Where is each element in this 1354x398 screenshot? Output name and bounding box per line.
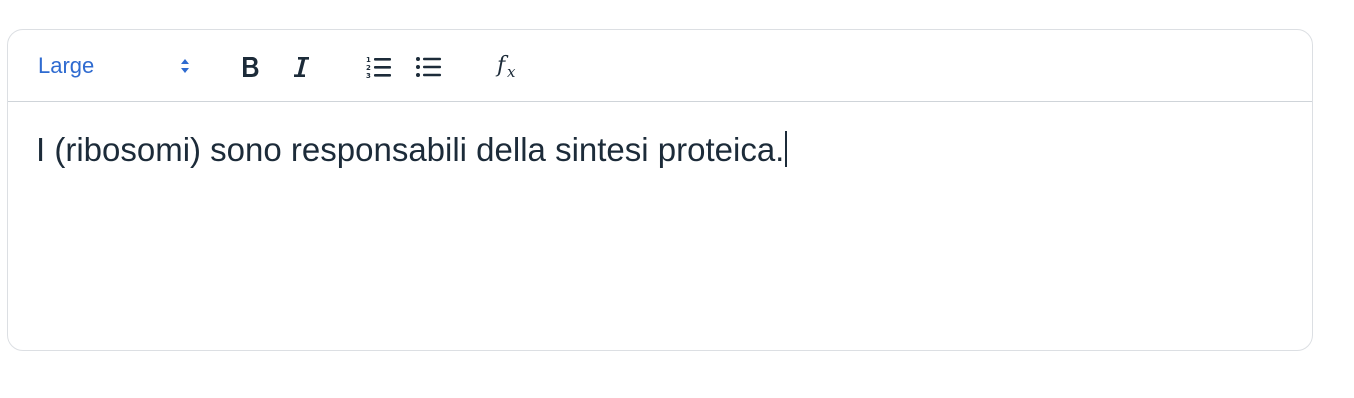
unordered-list-button[interactable] [412, 50, 446, 84]
font-size-select[interactable]: Large [38, 50, 198, 82]
italic-button[interactable] [284, 50, 318, 84]
svg-text:2: 2 [366, 64, 371, 72]
svg-text:x: x [507, 63, 516, 81]
formula-button[interactable]: f x [492, 50, 526, 84]
unordered-list-icon [416, 57, 441, 77]
text-caret [785, 131, 788, 167]
bold-icon [243, 57, 259, 77]
formula-icon: f x [495, 53, 516, 81]
editor-toolbar: Large 1 2 3 f x [8, 30, 1312, 102]
svg-text:3: 3 [366, 72, 371, 80]
select-arrows-icon [178, 56, 192, 76]
ordered-list-button[interactable]: 1 2 3 [362, 50, 396, 84]
editor-content[interactable]: I (ribosomi) sono responsabili della sin… [36, 130, 1284, 170]
ordered-list-icon: 1 2 3 [366, 56, 391, 80]
editor-text: I (ribosomi) sono responsabili della sin… [36, 131, 785, 168]
italic-icon [294, 57, 309, 77]
bold-button[interactable] [234, 50, 268, 84]
rich-text-editor: Large 1 2 3 f x I (ribosomi) sono respon… [7, 29, 1313, 351]
font-size-select-value: Large [38, 53, 95, 78]
svg-text:1: 1 [366, 56, 371, 64]
